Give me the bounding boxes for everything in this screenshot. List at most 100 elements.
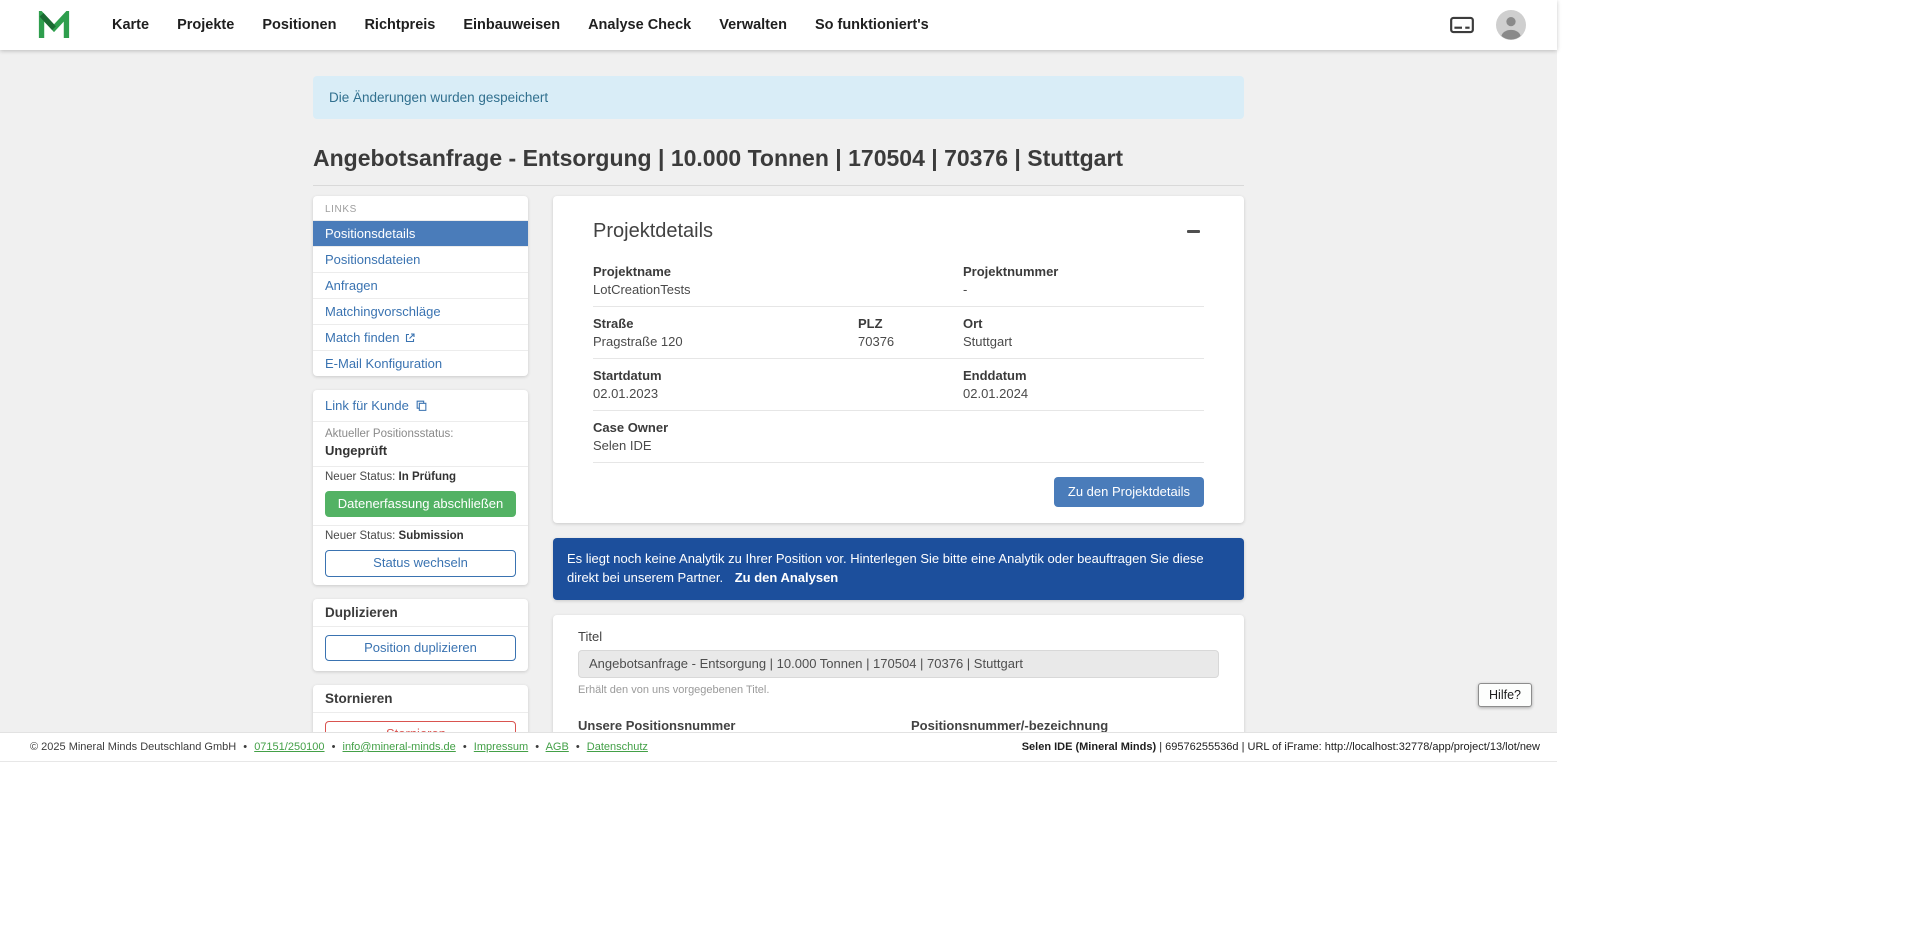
content-area: Die Änderungen wurden gespeichert Angebo…: [0, 50, 1557, 732]
nav-richtpreis[interactable]: Richtpreis: [364, 17, 435, 33]
footer-link-agb[interactable]: AGB: [546, 741, 569, 753]
footer-user: Selen IDE (Mineral Minds): [1022, 741, 1156, 753]
stornieren-button-label: Stornieren: [386, 726, 446, 732]
footer-separator: •: [535, 741, 539, 753]
copy-icon: [415, 399, 428, 412]
status-wechseln-button[interactable]: Status wechseln: [325, 550, 516, 576]
footer-separator: •: [576, 741, 580, 753]
stornieren-title: Stornieren: [313, 685, 528, 713]
sidebar-item-positionsdateien[interactable]: Positionsdateien: [313, 246, 528, 272]
footer: © 2025 Mineral Minds Deutschland GmbH • …: [0, 732, 1557, 762]
match-finden-label: Match finden: [325, 330, 399, 345]
project-row-dates: Startdatum 02.01.2023 Enddatum 02.01.202…: [593, 359, 1204, 411]
projektnummer-label: Projektnummer: [963, 264, 1204, 279]
next-status-value-2: Submission: [399, 530, 464, 542]
success-alert: Die Änderungen wurden gespeichert: [313, 76, 1244, 119]
nav-analyse-check[interactable]: Analyse Check: [588, 17, 691, 33]
card-icon[interactable]: [1448, 12, 1476, 38]
top-navbar: Karte Projekte Positionen Richtpreis Ein…: [0, 0, 1557, 50]
project-row-name: Projektname LotCreationTests Projektnumm…: [593, 255, 1204, 307]
main-nav: Karte Projekte Positionen Richtpreis Ein…: [112, 17, 929, 33]
current-status-section: Aktueller Positionsstatus: Ungeprüft: [313, 422, 528, 466]
projektname-label: Projektname: [593, 264, 963, 279]
footer-left: © 2025 Mineral Minds Deutschland GmbH • …: [30, 741, 648, 753]
sidebar-item-match-finden[interactable]: Match finden: [313, 324, 528, 350]
next-status-row-2: Neuer Status: Submission: [313, 526, 528, 546]
enddatum-label: Enddatum: [963, 368, 1204, 383]
plz-value: 70376: [858, 334, 963, 349]
footer-separator: •: [463, 741, 467, 753]
footer-separator: •: [243, 741, 247, 753]
navbar-right: [1448, 10, 1526, 40]
analytics-message: Es liegt noch keine Analytik zu Ihrer Po…: [567, 551, 1204, 585]
collapse-icon[interactable]: [1182, 221, 1204, 243]
logo-m-icon: [38, 11, 70, 40]
nav-karte[interactable]: Karte: [112, 17, 149, 33]
nav-positionen[interactable]: Positionen: [262, 17, 336, 33]
footer-link-impressum[interactable]: Impressum: [474, 741, 528, 753]
position-duplizieren-button[interactable]: Position duplizieren: [325, 635, 516, 661]
nav-so-funktionierts[interactable]: So funktioniert's: [815, 17, 929, 33]
projektdetails-title: Projektdetails: [593, 220, 713, 243]
titel-helper: Erhält den von uns vorgegebenen Titel.: [578, 684, 1219, 696]
projektnummer-value: -: [963, 282, 1204, 297]
analytics-banner: Es liegt noch keine Analytik zu Ihrer Po…: [553, 538, 1244, 600]
page-title: Angebotsanfrage - Entsorgung | 10.000 To…: [313, 145, 1244, 172]
projektdetails-card: Projektdetails Projektname LotCreationTe…: [553, 196, 1244, 523]
sidebar-item-positionsdetails[interactable]: Positionsdetails: [313, 220, 528, 246]
sidebar-item-email-konfiguration[interactable]: E-Mail Konfiguration: [313, 350, 528, 376]
titel-label: Titel: [578, 629, 1219, 644]
mineral-minds-logo[interactable]: [38, 11, 70, 40]
next-status-row-1: Neuer Status: In Prüfung: [313, 467, 528, 487]
footer-link-datenschutz[interactable]: Datenschutz: [587, 741, 648, 753]
footer-right: Selen IDE (Mineral Minds) | 69576255536d…: [1022, 741, 1540, 753]
links-header: LINKS: [313, 196, 528, 220]
ort-label: Ort: [963, 316, 1204, 331]
link-fuer-kunde-label: Link für Kunde: [325, 398, 409, 413]
positionsnummer-label: Positionsnummer/-bezeichnung: [911, 718, 1219, 732]
main-column: Projektdetails Projektname LotCreationTe…: [553, 196, 1244, 732]
case-owner-label: Case Owner: [593, 420, 1204, 435]
avatar[interactable]: [1496, 10, 1526, 40]
strasse-label: Straße: [593, 316, 858, 331]
position-form-card: Titel Erhält den von uns vorgegebenen Ti…: [553, 615, 1244, 732]
links-card: LINKS Positionsdetails Positionsdateien …: [313, 196, 528, 376]
startdatum-label: Startdatum: [593, 368, 963, 383]
our-number-field-group: Unsere Positionsnummer Erhält eine syste…: [578, 716, 886, 732]
titel-input: [578, 650, 1219, 678]
footer-session-info: | 69576255536d | URL of iFrame: http://l…: [1159, 741, 1540, 753]
next-status-label-1: Neuer Status:: [325, 471, 395, 483]
projektname-value: LotCreationTests: [593, 282, 963, 297]
next-status-label-2: Neuer Status:: [325, 530, 395, 542]
screen: Karte Projekte Positionen Richtpreis Ein…: [0, 0, 1920, 943]
help-button[interactable]: Hilfe?: [1478, 683, 1532, 707]
app-page: Karte Projekte Positionen Richtpreis Ein…: [0, 0, 1557, 762]
pos-number-field-group: Positionsnummer/-bezeichnung Z.B. Intern…: [911, 716, 1219, 732]
caret-down-icon: ▾: [450, 730, 455, 732]
footer-link-email[interactable]: info@mineral-minds.de: [343, 741, 456, 753]
footer-separator: •: [332, 741, 336, 753]
sidebar-item-matchingvorschlaege[interactable]: Matchingvorschläge: [313, 298, 528, 324]
plz-label: PLZ: [858, 316, 963, 331]
datenerfassung-abschliessen-button[interactable]: Datenerfassung abschließen: [325, 491, 516, 517]
strasse-value: Pragstraße 120: [593, 334, 858, 349]
enddatum-value: 02.01.2024: [963, 386, 1204, 401]
link-fuer-kunde[interactable]: Link für Kunde: [313, 390, 528, 422]
zu-den-analysen-link[interactable]: Zu den Analysen: [735, 570, 839, 585]
case-owner-value: Selen IDE: [593, 438, 1204, 453]
startdatum-value: 02.01.2023: [593, 386, 963, 401]
status-card: Link für Kunde Aktueller Positionsstatus…: [313, 390, 528, 585]
unsere-positionsnummer-label: Unsere Positionsnummer: [578, 718, 886, 732]
duplizieren-card: Duplizieren Position duplizieren: [313, 599, 528, 671]
nav-projekte[interactable]: Projekte: [177, 17, 234, 33]
zu-den-projektdetails-button[interactable]: Zu den Projektdetails: [1054, 477, 1204, 507]
footer-link-phone[interactable]: 07151/250100: [254, 741, 324, 753]
nav-verwalten[interactable]: Verwalten: [719, 17, 787, 33]
current-status-label: Aktueller Positionsstatus:: [325, 428, 516, 440]
copyright: © 2025 Mineral Minds Deutschland GmbH: [30, 741, 236, 753]
external-link-icon: [404, 332, 416, 344]
sidebar-item-anfragen[interactable]: Anfragen: [313, 272, 528, 298]
stornieren-button[interactable]: Stornieren ▾: [325, 721, 516, 732]
nav-einbauweisen[interactable]: Einbauweisen: [463, 17, 560, 33]
project-row-owner: Case Owner Selen IDE: [593, 411, 1204, 463]
